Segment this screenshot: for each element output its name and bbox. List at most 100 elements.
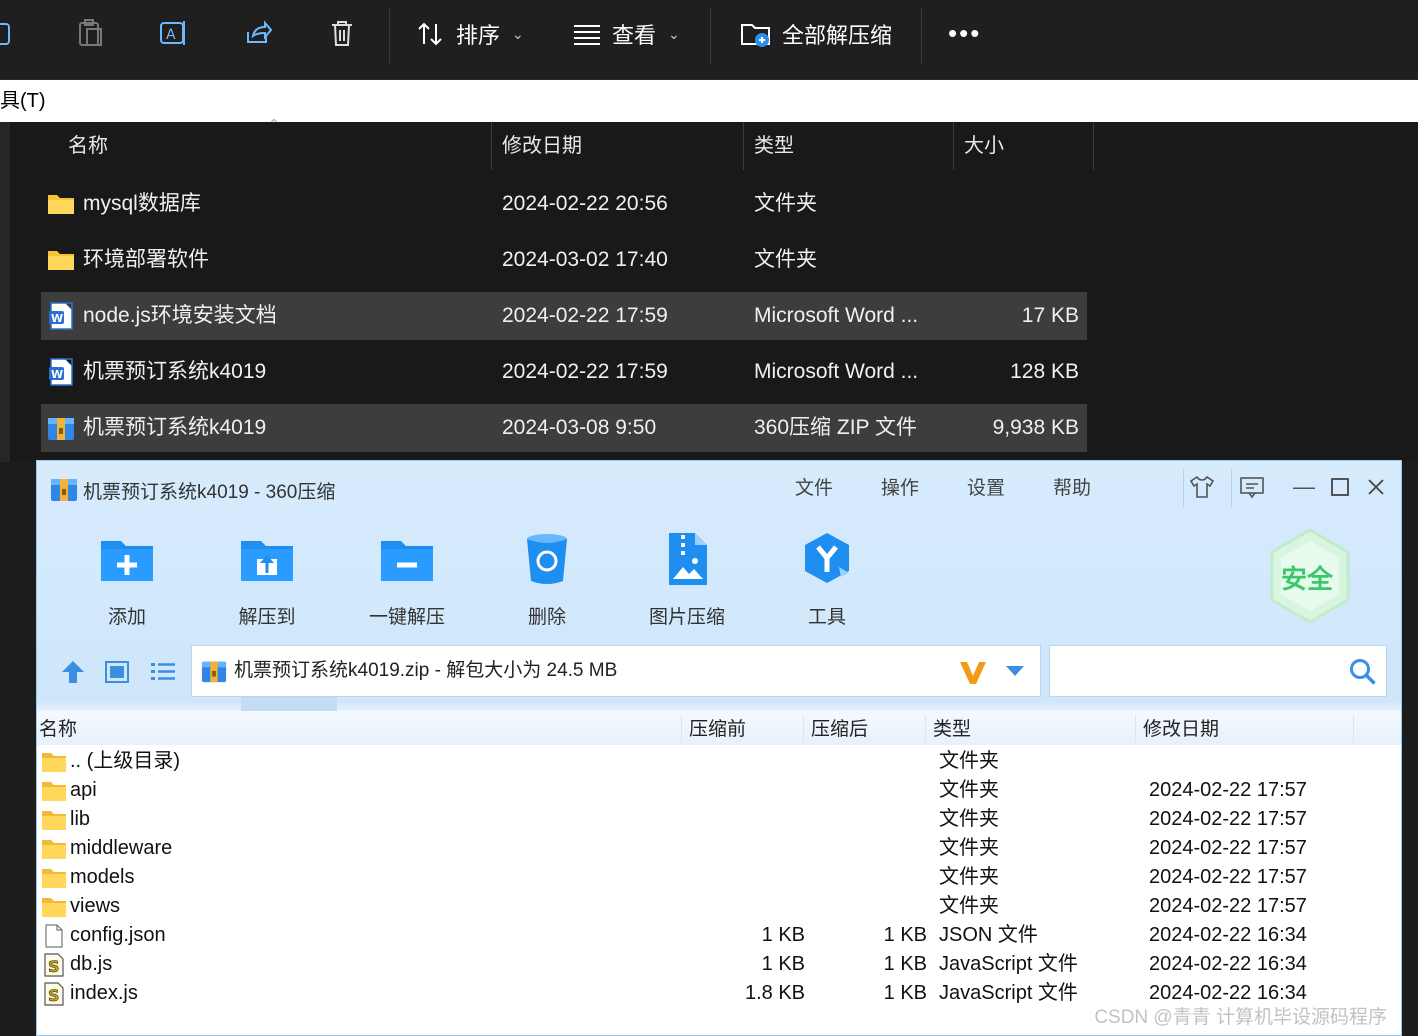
file-row-selected[interactable]: W node.js环境安装文档 2024-02-22 17:59 Microso… bbox=[41, 292, 1087, 340]
extract-to-icon bbox=[241, 541, 293, 581]
menu-operate[interactable]: 操作 bbox=[881, 473, 919, 500]
archive-row[interactable]: middleware 文件夹 2024-02-22 17:57 bbox=[37, 834, 1401, 863]
file-row[interactable]: 环境部署软件 2024-03-02 17:40 文件夹 bbox=[41, 236, 1087, 284]
column-header-name[interactable]: 名称 bbox=[39, 711, 77, 749]
address-highlight bbox=[241, 697, 337, 711]
extract-all-button[interactable]: 全部解压缩 bbox=[740, 14, 892, 54]
image-compress-button[interactable]: 图片压缩 bbox=[632, 531, 742, 629]
folder-icon bbox=[48, 195, 74, 214]
archive-file-modified: 2024-02-22 16:34 bbox=[1149, 953, 1307, 975]
zip-archive-icon bbox=[48, 418, 74, 440]
file-name: mysql数据库 bbox=[83, 192, 201, 215]
menu-settings[interactable]: 设置 bbox=[967, 473, 1005, 500]
delete-label: 删除 bbox=[527, 607, 566, 628]
navigation-pane-edge bbox=[0, 122, 10, 462]
address-bar[interactable]: 机票预订系统k4019.zip - 解包大小为 24.5 MB bbox=[191, 645, 1041, 697]
archive-row[interactable]: config.json 1 KB 1 KB JSON 文件 2024-02-22 16:… bbox=[37, 921, 1401, 950]
one-click-extract-button[interactable]: 一键解压 bbox=[352, 531, 462, 629]
maximize-icon[interactable] bbox=[1325, 473, 1355, 501]
file-row-selected[interactable]: 机票预订系统k4019 2024-03-08 9:50 360压缩 ZIP 文件… bbox=[41, 404, 1087, 452]
file-name: 环境部署软件 bbox=[83, 248, 209, 271]
minimize-icon[interactable]: — bbox=[1289, 473, 1319, 501]
zip-app-icon bbox=[51, 479, 77, 501]
archive-file-type: JSON 文件 bbox=[939, 924, 1038, 946]
chevron-down-icon: ⌄ bbox=[512, 25, 524, 42]
file-type: 文件夹 bbox=[754, 248, 817, 271]
menu-file[interactable]: 文件 bbox=[795, 473, 833, 500]
sort-label: 排序 bbox=[456, 23, 501, 48]
search-input[interactable] bbox=[1049, 645, 1387, 697]
csdn-watermark: CSDN @青青 计算机毕设源码程序 bbox=[1094, 1007, 1387, 1028]
extract-to-button[interactable]: 解压到 bbox=[212, 531, 322, 629]
skin-icon[interactable] bbox=[1187, 473, 1217, 501]
archive-file-type: 文件夹 bbox=[939, 750, 999, 772]
file-modified: 2024-02-22 17:59 bbox=[502, 360, 668, 383]
script-file-icon: S bbox=[44, 953, 64, 977]
svg-text:S: S bbox=[48, 957, 60, 976]
copy-icon[interactable] bbox=[0, 14, 22, 52]
view-button[interactable]: 查看 ⌄ bbox=[572, 14, 680, 54]
column-divider bbox=[491, 122, 492, 170]
list-view-icon[interactable] bbox=[149, 659, 177, 685]
search-icon[interactable] bbox=[1348, 657, 1378, 687]
archive-row[interactable]: api 文件夹 2024-02-22 17:57 bbox=[37, 776, 1401, 805]
column-header-after[interactable]: 压缩后 bbox=[811, 711, 868, 749]
recycle-bin-icon bbox=[527, 534, 567, 584]
archive-row[interactable]: Sdb.js 1 KB 1 KB JavaScript 文件 2024-02-22 16… bbox=[37, 950, 1401, 979]
archive-file-name: models bbox=[70, 866, 135, 888]
column-divider bbox=[1135, 715, 1136, 743]
svg-text:A: A bbox=[166, 27, 176, 43]
close-icon[interactable] bbox=[1361, 473, 1391, 501]
file-name: 机票预订系统k4019 bbox=[83, 360, 267, 383]
folder-icon bbox=[42, 869, 66, 888]
file-row[interactable]: W 机票预订系统k4019 2024-02-22 17:59 Microsoft… bbox=[41, 348, 1087, 396]
column-header-size[interactable]: 大小 bbox=[964, 122, 1004, 170]
archive-file-type: 文件夹 bbox=[939, 779, 999, 801]
vip-v-icon[interactable] bbox=[958, 658, 988, 688]
column-header-before[interactable]: 压缩前 bbox=[689, 711, 746, 749]
dropdown-arrow-icon[interactable] bbox=[1004, 664, 1026, 678]
folder-icon bbox=[42, 898, 66, 917]
column-header-modified[interactable]: 修改日期 bbox=[1143, 711, 1219, 749]
one-click-extract-icon bbox=[381, 541, 433, 581]
column-header-modified[interactable]: 修改日期 bbox=[502, 122, 582, 170]
folder-icon bbox=[42, 811, 66, 830]
add-button[interactable]: 添加 bbox=[72, 531, 182, 629]
file-row[interactable]: mysql数据库 2024-02-22 20:56 文件夹 bbox=[41, 180, 1087, 228]
sort-button[interactable]: 排序 ⌄ bbox=[416, 14, 524, 54]
column-header-name[interactable]: 名称 bbox=[68, 122, 108, 170]
tools-button[interactable]: 工具 bbox=[772, 531, 882, 629]
menu-item-tools[interactable]: 具(T) bbox=[0, 90, 46, 112]
sort-icon bbox=[418, 22, 442, 46]
archive-file-modified: 2024-02-22 17:57 bbox=[1149, 866, 1307, 888]
column-header-type[interactable]: 类型 bbox=[754, 122, 794, 170]
word-doc-icon: W bbox=[49, 302, 73, 330]
up-arrow-icon[interactable] bbox=[59, 659, 87, 685]
detail-view-icon[interactable] bbox=[103, 659, 131, 685]
column-divider bbox=[953, 122, 954, 170]
file-modified: 2024-02-22 17:59 bbox=[502, 304, 668, 327]
view-label: 查看 bbox=[612, 23, 657, 48]
paste-icon[interactable] bbox=[72, 14, 108, 52]
archive-row[interactable]: models 文件夹 2024-02-22 17:57 bbox=[37, 863, 1401, 892]
feedback-icon[interactable] bbox=[1237, 473, 1267, 501]
share-icon[interactable] bbox=[240, 14, 276, 52]
menu-help[interactable]: 帮助 bbox=[1053, 473, 1091, 500]
archive-file-type: 文件夹 bbox=[939, 837, 999, 859]
archive-file-name: db.js bbox=[70, 953, 113, 975]
column-divider bbox=[803, 715, 804, 743]
svg-text:W: W bbox=[51, 368, 63, 381]
archive-row[interactable]: lib 文件夹 2024-02-22 17:57 bbox=[37, 805, 1401, 834]
archive-file-type: 文件夹 bbox=[939, 866, 999, 888]
address-row: 机票预订系统k4019.zip - 解包大小为 24.5 MB bbox=[37, 645, 1401, 699]
more-options-button[interactable]: ••• bbox=[948, 18, 981, 49]
rename-icon[interactable]: A bbox=[156, 14, 192, 52]
security-badge[interactable]: 安全 bbox=[1267, 527, 1353, 625]
archive-file-modified: 2024-02-22 17:57 bbox=[1149, 895, 1307, 917]
archive-row[interactable]: .. (上级目录) 文件夹 bbox=[37, 747, 1401, 776]
delete-icon[interactable] bbox=[324, 14, 360, 52]
column-header-type[interactable]: 类型 bbox=[933, 711, 971, 749]
view-list-icon bbox=[574, 25, 600, 45]
delete-button[interactable]: 删除 bbox=[492, 531, 602, 629]
archive-row[interactable]: views 文件夹 2024-02-22 17:57 bbox=[37, 892, 1401, 921]
